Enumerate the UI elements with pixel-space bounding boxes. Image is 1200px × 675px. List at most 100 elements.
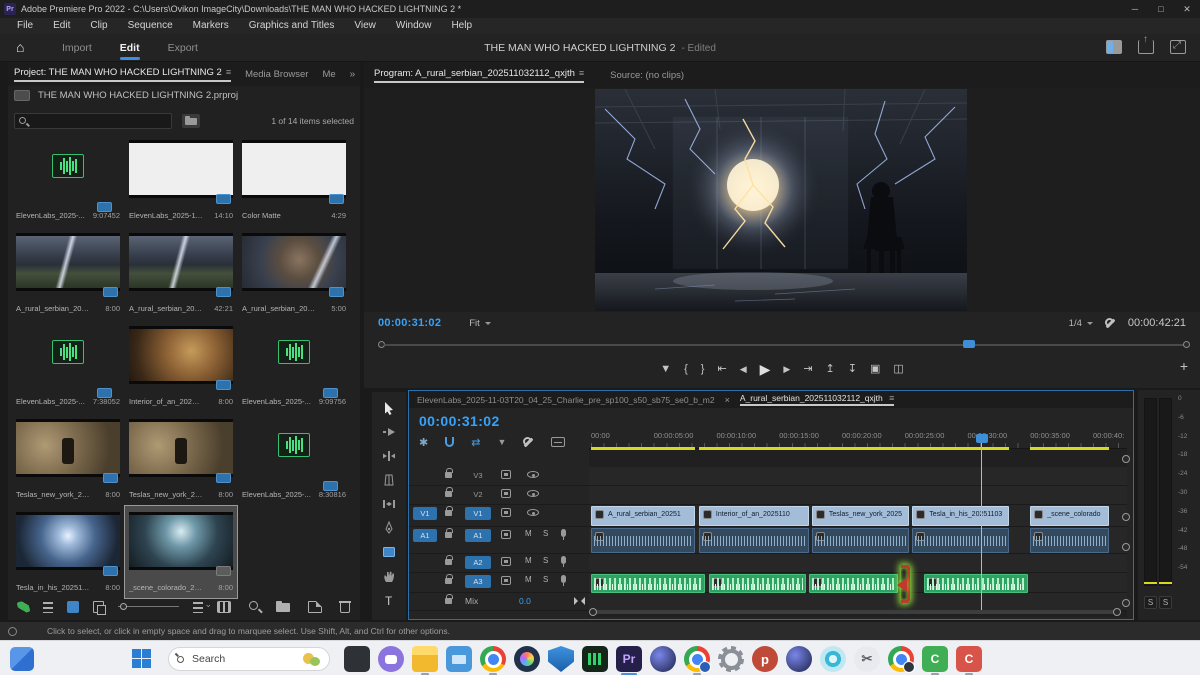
scrollbar-handle[interactable] [589, 608, 597, 616]
menu-markers[interactable]: Markers [184, 18, 238, 34]
selection-tool[interactable] [381, 400, 397, 415]
voiceover-record-icon[interactable] [561, 575, 566, 583]
add-marker-icon[interactable]: ▼ [660, 358, 671, 380]
taskbar-app-sphere-2[interactable] [786, 646, 812, 672]
tab-source[interactable]: Source: (no clips) [610, 70, 684, 81]
taskbar-app-recorder[interactable] [582, 646, 608, 672]
toggle-track-output-icon[interactable] [527, 471, 539, 478]
track-target-v1[interactable]: V1 [465, 507, 491, 520]
horizontal-scrollbar[interactable] [591, 610, 1117, 614]
project-item[interactable]: A_rural_serbian_2025...8:00 [12, 227, 124, 319]
playback-resolution-dropdown[interactable]: 1/4 [1069, 318, 1093, 329]
panel-menu-icon[interactable]: ≡ [889, 393, 894, 403]
mark-in-icon[interactable]: { [684, 358, 688, 380]
scrubber-track[interactable] [384, 344, 1184, 346]
mute-button[interactable]: M [525, 529, 532, 538]
solo-button[interactable]: S [543, 575, 548, 584]
type-tool[interactable]: T [381, 592, 397, 607]
maximize-button[interactable]: □ [1148, 0, 1174, 18]
timeline-playhead[interactable] [981, 435, 982, 611]
track-select-forward-tool[interactable] [381, 424, 397, 439]
rectangle-tool[interactable] [381, 544, 397, 559]
video-clip[interactable]: _scene_colorado [1030, 506, 1109, 526]
menu-clip[interactable]: Clip [81, 18, 116, 34]
mute-button[interactable]: M [525, 575, 532, 584]
pen-tool[interactable] [381, 520, 397, 535]
toggle-track-output-icon[interactable] [527, 490, 539, 497]
project-item[interactable]: ElevenLabs_2025-...9:07452 [12, 134, 124, 226]
fit-timeline-icon[interactable] [577, 597, 585, 605]
tab-project[interactable]: Project: THE MAN WHO HACKED LIGHTNING 2≡ [14, 67, 231, 82]
fullscreen-icon[interactable] [1170, 40, 1186, 54]
toggle-track-output-icon[interactable] [527, 509, 539, 516]
menu-file[interactable]: File [8, 18, 42, 34]
vertical-scroll-handle[interactable] [1122, 513, 1130, 521]
voiceover-clip[interactable] [709, 574, 806, 593]
close-button[interactable]: ✕ [1174, 0, 1200, 18]
voiceover-clip[interactable] [809, 574, 898, 593]
hand-tool[interactable] [381, 568, 397, 583]
track-lock-icon[interactable] [445, 472, 452, 478]
audio-clip[interactable] [912, 528, 1009, 553]
track-lock-icon[interactable] [445, 532, 452, 538]
sync-lock-icon[interactable] [501, 576, 511, 585]
track-lane[interactable] [589, 486, 1127, 505]
taskbar-app-chrome[interactable] [480, 646, 506, 672]
sync-lock-icon[interactable] [501, 470, 511, 479]
track-lock-icon[interactable] [445, 578, 452, 584]
video-clip[interactable]: Teslas_new_york_2025 [812, 506, 909, 526]
menu-graphics-and-titles[interactable]: Graphics and Titles [240, 18, 344, 34]
audio-clip[interactable] [812, 528, 909, 553]
taskbar-search[interactable]: Search [168, 647, 330, 671]
new-bin-icon[interactable] [276, 603, 290, 612]
start-button[interactable] [132, 649, 151, 668]
voiceover-clip[interactable] [591, 574, 705, 593]
tab-more[interactable]: Me [322, 69, 335, 80]
export-frame-icon[interactable]: ▣ [870, 358, 880, 380]
track-target-a1[interactable]: A1 [465, 529, 491, 542]
time-ruler[interactable]: 00:0000:00:05:0000:00:10:0000:00:15:0000… [589, 425, 1127, 449]
find-icon[interactable] [249, 601, 258, 610]
search-input[interactable] [14, 113, 172, 129]
timeline-tab-active[interactable]: A_rural_serbian_202511032112_qxjth ≡ [740, 393, 895, 406]
playhead-head[interactable] [976, 434, 988, 443]
voiceover-record-icon[interactable] [561, 529, 566, 537]
weather-icon[interactable] [303, 651, 321, 667]
voiceover-clip[interactable] [924, 574, 1028, 593]
vertical-scroll-handle[interactable] [1122, 599, 1130, 607]
new-search-bin-button[interactable] [182, 114, 200, 128]
mark-out-icon[interactable]: } [701, 358, 705, 380]
project-item[interactable]: Teslas_new_york_202...8:00 [125, 413, 237, 505]
timeline-clips-area[interactable]: 00:0000:00:05:0000:00:10:0000:00:15:0000… [589, 425, 1127, 617]
minimize-button[interactable]: ─ [1122, 0, 1148, 18]
panel-menu-icon[interactable]: ≡ [226, 67, 231, 77]
share-icon[interactable] [1138, 40, 1154, 54]
taskbar-app-explorer[interactable] [412, 646, 438, 672]
new-item-icon[interactable] [308, 601, 322, 613]
razor-tool[interactable] [381, 472, 397, 487]
project-item[interactable]: ElevenLabs_2025-11-...14:10 [125, 134, 237, 226]
project-item[interactable]: Tesla_in_his_2025110...8:00 [12, 506, 124, 598]
video-clip[interactable]: A_rural_serbian_20251 [591, 506, 695, 526]
sort-icons-icon[interactable] [193, 602, 203, 613]
go-to-out-icon[interactable]: ⇥ [803, 358, 812, 380]
project-item[interactable]: _scene_colorado_2025...8:00 [125, 506, 237, 598]
source-patch-a1[interactable]: A1 [413, 529, 437, 542]
zoom-slider[interactable] [118, 601, 178, 613]
go-to-in-icon[interactable]: ⇤ [717, 358, 726, 380]
track-lane[interactable] [589, 593, 1127, 611]
taskbar-app-sphere[interactable] [650, 646, 676, 672]
project-item[interactable]: Teslas_new_york_202...8:00 [12, 413, 124, 505]
workspace-layout-icon[interactable] [1106, 40, 1122, 54]
menu-window[interactable]: Window [387, 18, 441, 34]
taskbar-app-task-view[interactable] [344, 646, 370, 672]
mode-import[interactable]: Import [52, 34, 102, 62]
track-target-v3[interactable]: V3 [465, 469, 491, 482]
video-clip[interactable]: Tesla_in_his_20251103 [912, 506, 1009, 526]
vertical-scroll-handle[interactable] [1122, 543, 1130, 551]
mix-value[interactable]: 0.0 [519, 596, 531, 606]
taskbar-app-chrome-profile-2[interactable] [684, 646, 710, 672]
close-tab-icon[interactable]: × [725, 395, 730, 405]
track-target-v2[interactable]: V2 [465, 488, 491, 501]
menu-edit[interactable]: Edit [44, 18, 79, 34]
